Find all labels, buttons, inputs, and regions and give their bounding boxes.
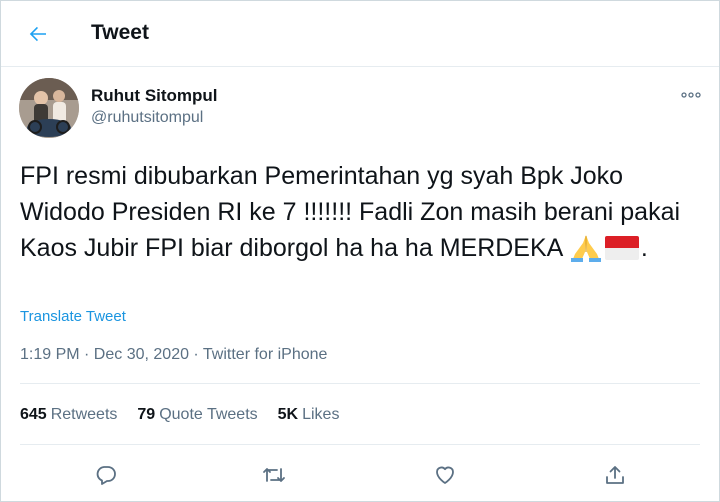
avatar[interactable] bbox=[19, 78, 79, 138]
avatar-photo bbox=[19, 78, 79, 138]
likes-stat[interactable]: 5K Likes bbox=[278, 406, 340, 424]
tweet-actions bbox=[20, 459, 700, 491]
author-handle[interactable]: @ruhutsitompul bbox=[91, 109, 203, 127]
tweet-stats: 645 Retweets 79 Quote Tweets 5K Likes bbox=[20, 406, 339, 424]
folded-hands-emoji bbox=[569, 232, 603, 272]
heart-icon bbox=[436, 466, 454, 484]
quote-tweets-stat[interactable]: 79 Quote Tweets bbox=[137, 406, 257, 424]
translate-tweet-link[interactable]: Translate Tweet bbox=[20, 308, 126, 325]
more-options-button[interactable] bbox=[678, 85, 704, 105]
more-horizontal-icon bbox=[681, 92, 701, 98]
reply-icon bbox=[96, 466, 116, 485]
retweets-stat[interactable]: 645 Retweets bbox=[20, 406, 117, 424]
tweet-trailing-period: . bbox=[640, 234, 648, 262]
share-button[interactable] bbox=[599, 459, 631, 491]
tweet-page: Tweet Ruhut Sitompul @ruhutsitompul FPI … bbox=[0, 0, 720, 502]
tweet-text: FPI resmi dibubarkan Pemerintahan yg sya… bbox=[20, 158, 700, 272]
retweet-icon bbox=[263, 468, 285, 482]
indonesia-flag-emoji bbox=[604, 234, 639, 272]
divider bbox=[20, 444, 700, 445]
page-header: Tweet bbox=[1, 1, 719, 67]
back-button[interactable] bbox=[19, 16, 57, 52]
retweet-button[interactable] bbox=[258, 459, 290, 491]
page-title: Tweet bbox=[91, 21, 149, 44]
reply-button[interactable] bbox=[90, 459, 122, 491]
tweet-meta: 1:19 PM · Dec 30, 2020 · Twitter for iPh… bbox=[20, 346, 328, 363]
arrow-left-icon bbox=[29, 26, 46, 42]
share-icon bbox=[606, 466, 624, 484]
divider bbox=[20, 383, 700, 384]
like-button[interactable] bbox=[429, 459, 461, 491]
author-name[interactable]: Ruhut Sitompul bbox=[91, 86, 218, 106]
